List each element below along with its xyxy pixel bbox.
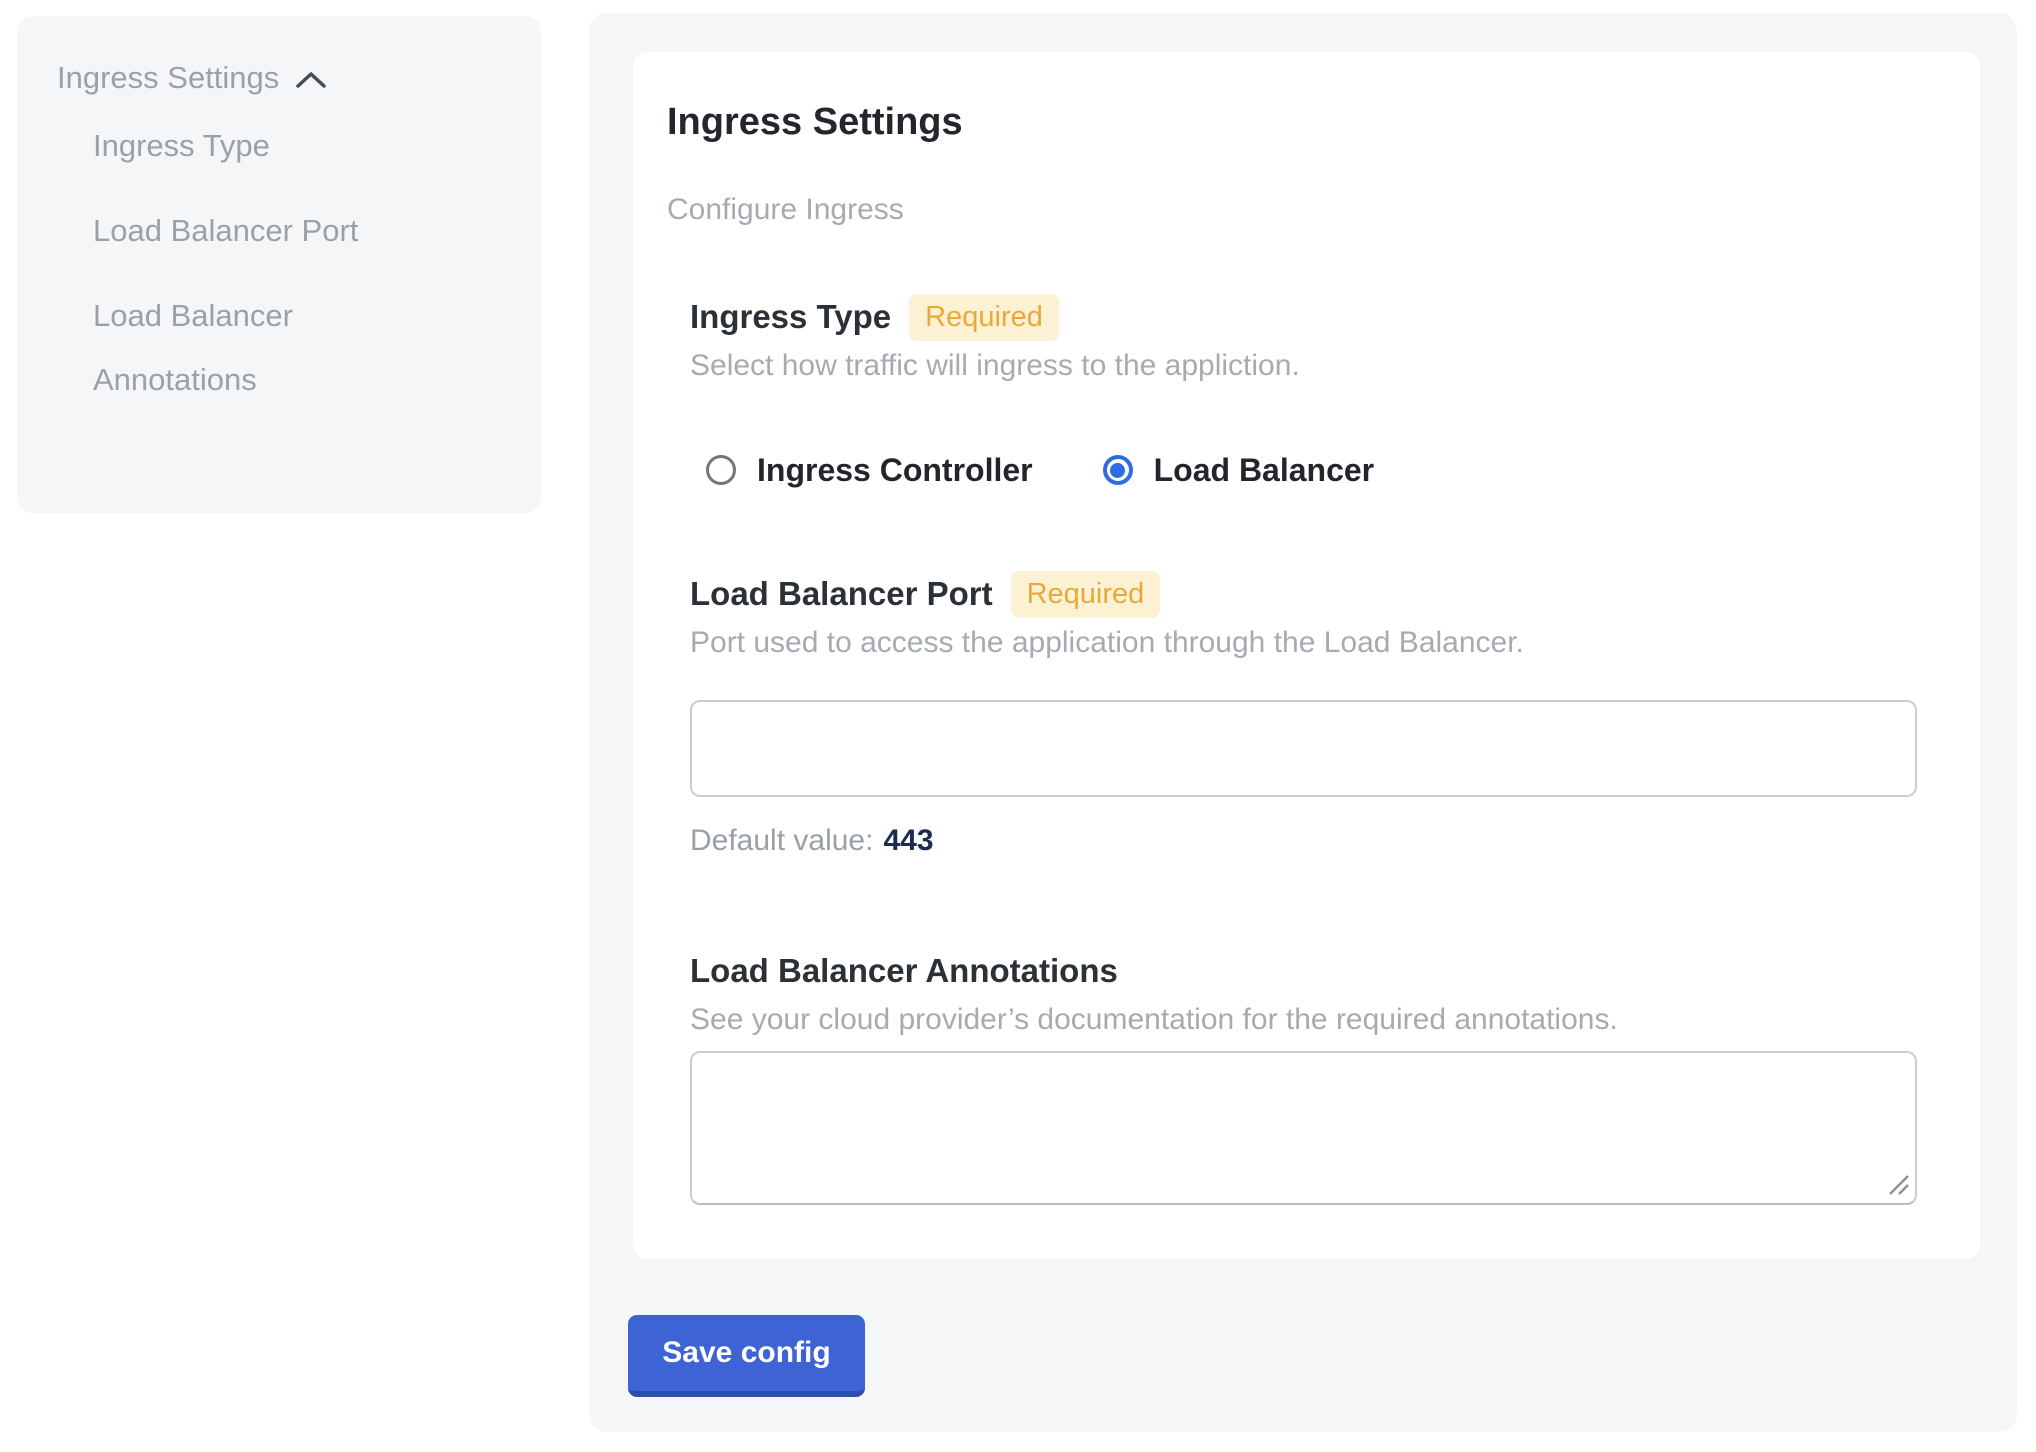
- section-load-balancer-port: Load Balancer Port Required Port used to…: [690, 572, 1917, 860]
- settings-sidebar: Ingress Settings Ingress Type Load Balan…: [17, 16, 541, 513]
- radio-label-ingress-controller[interactable]: Ingress Controller: [757, 452, 1033, 489]
- chevron-up-icon: [295, 71, 327, 89]
- default-value-label: Default value:: [690, 824, 873, 857]
- sidebar-item-ingress-type[interactable]: Ingress Type: [93, 114, 423, 178]
- ingress-type-radio-group: Ingress Controller Load Balancer: [706, 452, 1917, 488]
- radio-option-load-balancer[interactable]: Load Balancer: [1103, 452, 1375, 489]
- load-balancer-port-input[interactable]: [690, 700, 1917, 797]
- section-ingress-type: Ingress Type Required Select how traffic…: [690, 295, 1917, 488]
- required-badge: Required: [1011, 571, 1161, 618]
- default-value-line: Default value: 443: [690, 822, 1917, 860]
- sidebar-section-ingress-settings[interactable]: Ingress Settings: [57, 60, 511, 96]
- section-load-balancer-annotations: Load Balancer Annotations See your cloud…: [690, 949, 1917, 1205]
- sidebar-item-load-balancer-annotations[interactable]: Load Balancer Annotations: [93, 284, 423, 412]
- radio-label-load-balancer[interactable]: Load Balancer: [1154, 452, 1375, 489]
- ingress-type-label: Ingress Type: [690, 298, 891, 336]
- sidebar-item-list: Ingress Type Load Balancer Port Load Bal…: [57, 114, 511, 412]
- page-subtitle: Configure Ingress: [667, 189, 1917, 231]
- load-balancer-port-label: Load Balancer Port: [690, 575, 993, 613]
- radio-ingress-controller[interactable]: [706, 455, 736, 485]
- load-balancer-annotations-description: See your cloud provider’s documentation …: [690, 999, 1917, 1041]
- required-badge: Required: [909, 294, 1059, 341]
- load-balancer-annotations-textarea[interactable]: [690, 1051, 1917, 1205]
- page-title: Ingress Settings: [667, 98, 1917, 146]
- sidebar-section-label: Ingress Settings: [57, 60, 279, 96]
- radio-option-ingress-controller[interactable]: Ingress Controller: [706, 452, 1033, 489]
- default-value: 443: [883, 824, 933, 857]
- load-balancer-annotations-label: Load Balancer Annotations: [690, 952, 1118, 990]
- ingress-settings-card: Ingress Settings Configure Ingress Ingre…: [633, 52, 1980, 1259]
- main-panel: Ingress Settings Configure Ingress Ingre…: [589, 13, 2017, 1432]
- ingress-type-description: Select how traffic will ingress to the a…: [690, 345, 1917, 387]
- resize-handle-icon[interactable]: [1886, 1172, 1912, 1198]
- load-balancer-port-description: Port used to access the application thro…: [690, 622, 1917, 664]
- radio-load-balancer[interactable]: [1103, 455, 1133, 485]
- sidebar-item-load-balancer-port[interactable]: Load Balancer Port: [93, 199, 423, 263]
- save-config-button[interactable]: Save config: [628, 1315, 865, 1397]
